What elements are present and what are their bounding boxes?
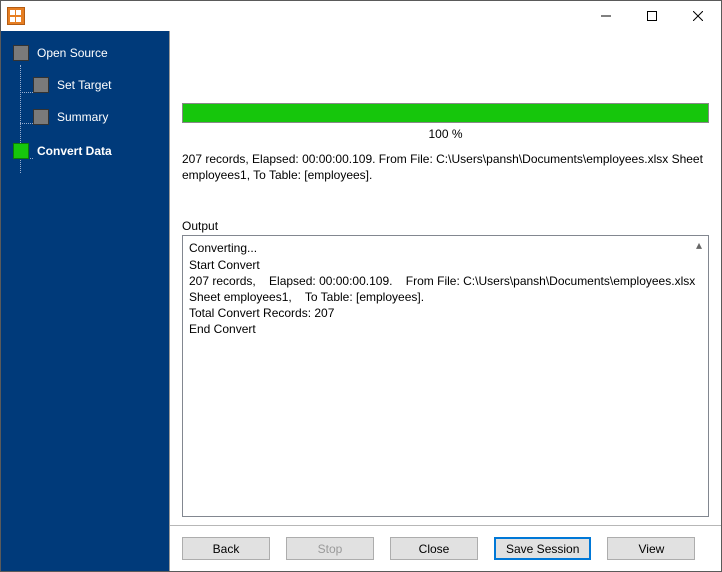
sidebar-step-label: Set Target (57, 78, 111, 92)
window-controls (583, 1, 721, 31)
main-panel: 100 % 207 records, Elapsed: 00:00:00.109… (169, 31, 721, 571)
sidebar-step-label: Convert Data (37, 144, 112, 158)
app-icon (7, 7, 25, 25)
sidebar-step-open-source[interactable]: Open Source (1, 39, 169, 67)
sidebar-step-convert-data[interactable]: Convert Data (1, 137, 169, 165)
view-button[interactable]: View (607, 537, 695, 560)
output-content: Converting... Start Convert 207 records,… (189, 241, 699, 336)
sidebar-step-set-target[interactable]: Set Target (1, 71, 169, 99)
status-text: 207 records, Elapsed: 00:00:00.109. From… (170, 141, 721, 183)
step-status-icon (13, 45, 29, 61)
progress-percent-label: 100 % (182, 127, 709, 141)
app-window: Open Source Set Target Summary Convert D… (0, 0, 722, 572)
body: Open Source Set Target Summary Convert D… (1, 31, 721, 571)
sidebar-step-label: Summary (57, 110, 108, 124)
button-row: Back Stop Close Save Session View (170, 525, 721, 571)
titlebar (1, 1, 721, 31)
sidebar: Open Source Set Target Summary Convert D… (1, 31, 169, 571)
stop-button: Stop (286, 537, 374, 560)
sidebar-step-summary[interactable]: Summary (1, 103, 169, 131)
close-icon (693, 11, 703, 21)
step-status-icon (13, 143, 29, 159)
progress-bar (182, 103, 709, 123)
close-button[interactable]: Close (390, 537, 478, 560)
maximize-button[interactable] (629, 1, 675, 31)
step-status-icon (33, 109, 49, 125)
sidebar-step-label: Open Source (37, 46, 108, 60)
minimize-icon (601, 11, 611, 21)
minimize-button[interactable] (583, 1, 629, 31)
save-session-button[interactable]: Save Session (494, 537, 591, 560)
content-area: 100 % 207 records, Elapsed: 00:00:00.109… (170, 31, 721, 525)
output-label: Output (170, 183, 721, 235)
progress-area: 100 % (170, 31, 721, 141)
scroll-up-icon[interactable]: ▴ (692, 238, 706, 252)
output-textarea[interactable]: Converting... Start Convert 207 records,… (182, 235, 709, 517)
back-button[interactable]: Back (182, 537, 270, 560)
maximize-icon (647, 11, 657, 21)
close-window-button[interactable] (675, 1, 721, 31)
step-status-icon (33, 77, 49, 93)
